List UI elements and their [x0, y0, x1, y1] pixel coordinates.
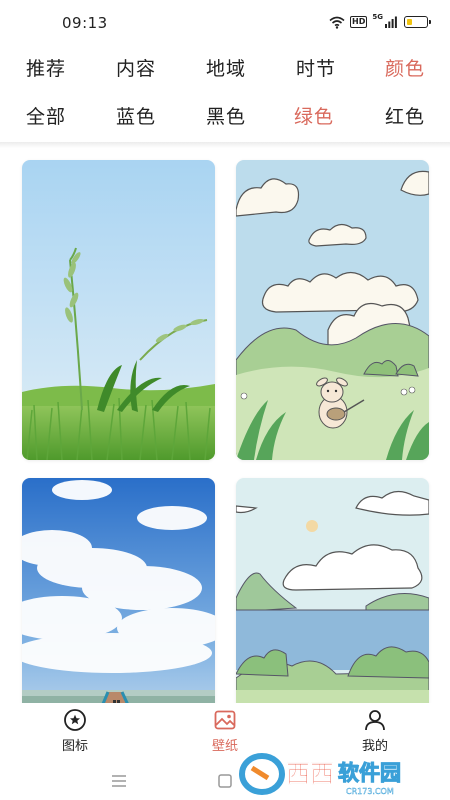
status-bar: 09:13 HD 5G [0, 0, 450, 44]
wallpaper-image-grass [22, 160, 215, 460]
watermark-logo: 西西 软件园 CR173.COM [238, 748, 448, 798]
tab-blue[interactable]: 蓝色 [110, 95, 162, 135]
battery-fill [407, 19, 412, 25]
nav-label-icons: 图标 [61, 739, 88, 754]
tab-recommend[interactable]: 推荐 [20, 47, 72, 87]
person-icon [365, 710, 385, 731]
wallpaper-card-lake[interactable] [236, 478, 429, 703]
signal-icon [385, 16, 397, 28]
header-divider [0, 142, 450, 148]
wallpaper-card-rabbit[interactable] [236, 160, 429, 460]
tab-black[interactable]: 黑色 [200, 95, 252, 135]
tab-region[interactable]: 地域 [200, 47, 252, 87]
battery-icon [404, 16, 431, 28]
nav-label-wallpaper: 壁纸 [211, 739, 238, 754]
status-time: 09:13 [62, 14, 108, 32]
tab-green[interactable]: 绿色 [288, 95, 340, 135]
wallpaper-grid [0, 158, 450, 703]
star-circle-icon [64, 709, 86, 731]
watermark-text-ruanjianyuan: 软件园 [338, 761, 401, 785]
wallpaper-icon [214, 710, 236, 730]
color-tabs: 全部 蓝色 黑色 绿色 红色 [0, 95, 450, 135]
status-icons: HD 5G [329, 13, 431, 31]
wallpaper-image-pier [22, 478, 215, 703]
tab-content[interactable]: 内容 [110, 47, 162, 87]
tab-all[interactable]: 全部 [20, 95, 72, 135]
menu-icon[interactable] [108, 770, 130, 792]
nav-item-icons[interactable]: 图标 [15, 703, 135, 761]
tab-color[interactable]: 颜色 [379, 47, 431, 87]
hd-badge: HD [350, 16, 368, 28]
home-square-icon[interactable] [214, 770, 236, 792]
wallpaper-image-rabbit [236, 160, 429, 460]
wallpaper-image-lake [236, 478, 429, 703]
tab-season[interactable]: 时节 [290, 47, 342, 87]
wallpaper-card-pier[interactable] [22, 478, 215, 703]
watermark-subtext: CR173.COM [346, 787, 394, 796]
watermark-image: 西西 软件园 CR173.COM [239, 753, 402, 796]
signal-label: 5G [372, 13, 383, 21]
wifi-icon [329, 16, 345, 29]
tab-red[interactable]: 红色 [379, 95, 431, 135]
watermark-text-xixi: 西西 [286, 760, 334, 788]
wallpaper-card-grass[interactable] [22, 160, 215, 460]
category-tabs: 推荐 内容 地域 时节 颜色 [0, 47, 450, 87]
